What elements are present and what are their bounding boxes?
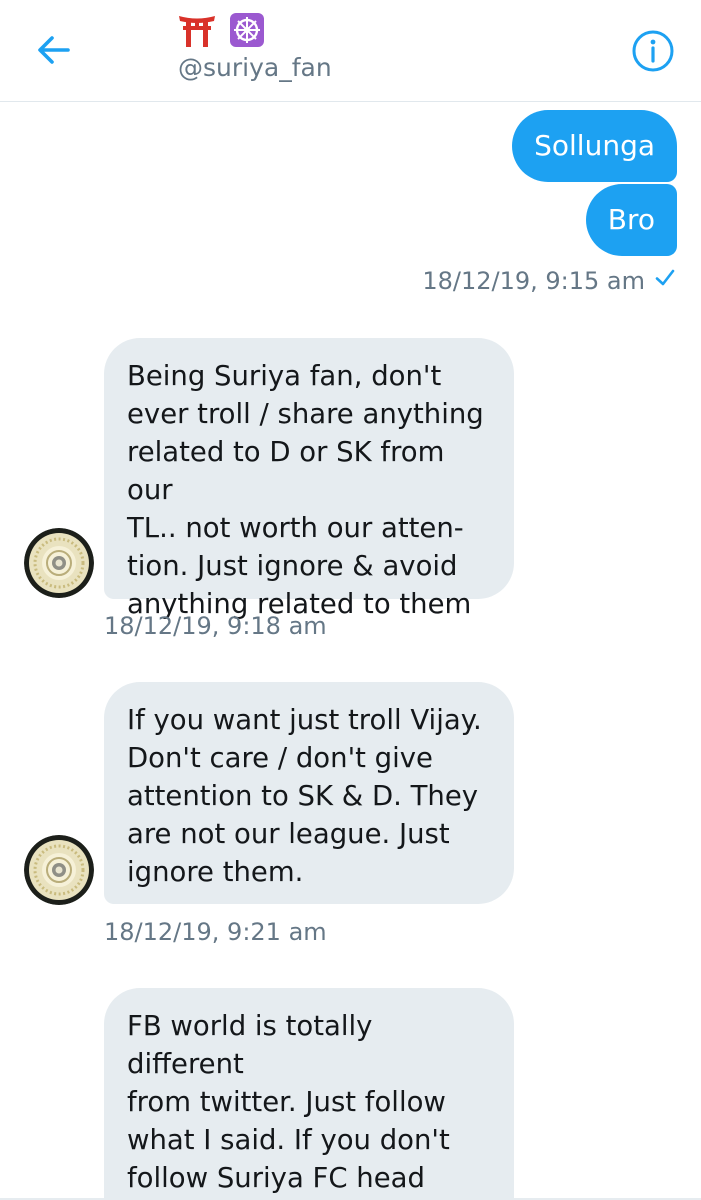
outgoing-message[interactable]: Bro [585, 184, 677, 256]
display-name-emojis [178, 13, 264, 51]
message-timestamp: 18/12/19, 9:15 am [422, 267, 645, 295]
info-icon[interactable] [630, 28, 676, 74]
torii-gate-icon [178, 13, 216, 51]
incoming-message[interactable]: FB world is totally different from twitt… [104, 988, 514, 1200]
dm-conversation-screen: @suriya_fan Sollunga Bro 18/12/19, 9:15 … [0, 0, 701, 1200]
message-timestamp: 18/12/19, 9:21 am [104, 918, 327, 946]
outgoing-timestamp-row: 18/12/19, 9:15 am [422, 266, 677, 296]
back-arrow-icon[interactable] [32, 28, 76, 72]
avatar[interactable] [24, 835, 94, 905]
dharma-wheel-icon [230, 13, 264, 51]
read-check-icon [653, 266, 677, 296]
avatar[interactable] [24, 528, 94, 598]
outgoing-message[interactable]: Sollunga [512, 110, 677, 182]
incoming-message[interactable]: Being Suriya fan, don't ever troll / sha… [104, 338, 514, 620]
conversation-header: @suriya_fan [0, 0, 701, 102]
incoming-message[interactable]: If you want just troll Vijay. Don't care… [104, 682, 514, 904]
message-timestamp: 18/12/19, 9:18 am [104, 612, 327, 640]
conversation-handle: @suriya_fan [178, 53, 332, 82]
